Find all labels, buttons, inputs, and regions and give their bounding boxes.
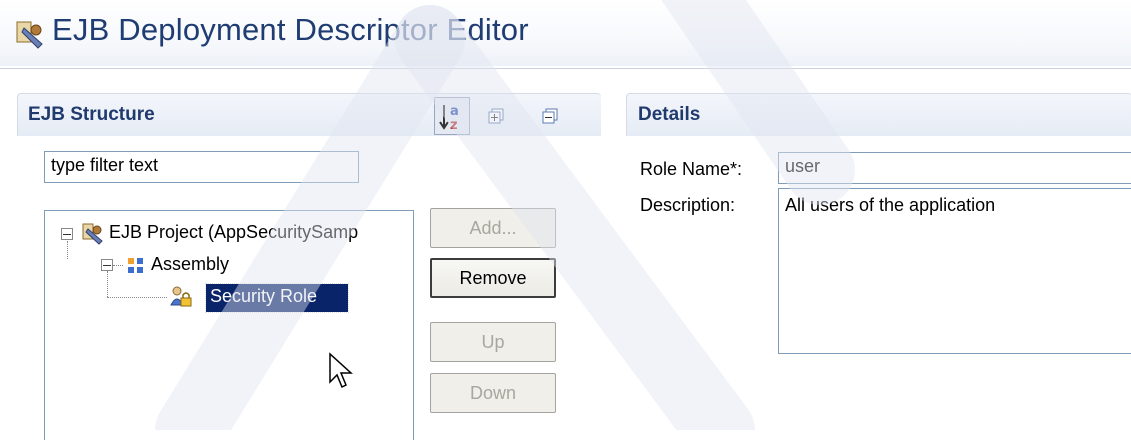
up-button[interactable]: Up (430, 322, 556, 362)
assembly-icon (125, 255, 147, 277)
ejb-structure-title: EJB Structure (28, 104, 155, 125)
tree-item-assembly[interactable]: Assembly (151, 254, 229, 275)
tree-line (107, 271, 108, 297)
add-button[interactable]: Add... (430, 208, 556, 248)
svg-text:z: z (450, 118, 458, 133)
security-role-icon (169, 285, 193, 309)
filter-input[interactable]: type filter text (44, 151, 359, 183)
svg-text:a: a (450, 104, 459, 119)
remove-button-label: Remove (459, 267, 527, 288)
mouse-cursor-icon (328, 352, 354, 390)
tree-item-security-role-selected[interactable]: Security Role (205, 283, 349, 313)
role-name-label: Role Name*: (640, 159, 743, 179)
add-button-label: Add... (469, 217, 517, 238)
up-button-label: Up (481, 331, 505, 352)
down-button[interactable]: Down (430, 373, 556, 413)
expand-all-icon[interactable] (488, 108, 504, 124)
description-label: Description: (640, 195, 736, 215)
header-divider (0, 68, 1131, 69)
project-expander[interactable] (61, 228, 73, 240)
ejb-editor-icon (14, 18, 46, 50)
tree-item-security-role-label: Security Role (210, 286, 318, 306)
editor-title: EJB Deployment Descriptor Editor (52, 12, 529, 47)
ejb-project-icon (81, 221, 105, 245)
details-title: Details (638, 104, 701, 125)
collapse-all-icon[interactable] (542, 108, 558, 124)
down-button-label: Down (469, 382, 517, 403)
role-name-input[interactable]: user (778, 152, 1131, 184)
tree-line (67, 241, 68, 259)
details-header (626, 93, 1131, 136)
description-textarea[interactable]: All users of the application (778, 188, 1131, 354)
ejb-structure-tree[interactable]: EJB Project (AppSecuritySamp Assembly Se… (44, 210, 414, 440)
sort-az-icon[interactable]: a z (434, 97, 470, 135)
remove-button[interactable]: Remove (430, 258, 556, 298)
tree-line (113, 265, 123, 266)
tree-item-project[interactable]: EJB Project (AppSecuritySamp (109, 222, 414, 243)
tree-line (107, 297, 167, 298)
assembly-expander[interactable] (101, 259, 113, 271)
